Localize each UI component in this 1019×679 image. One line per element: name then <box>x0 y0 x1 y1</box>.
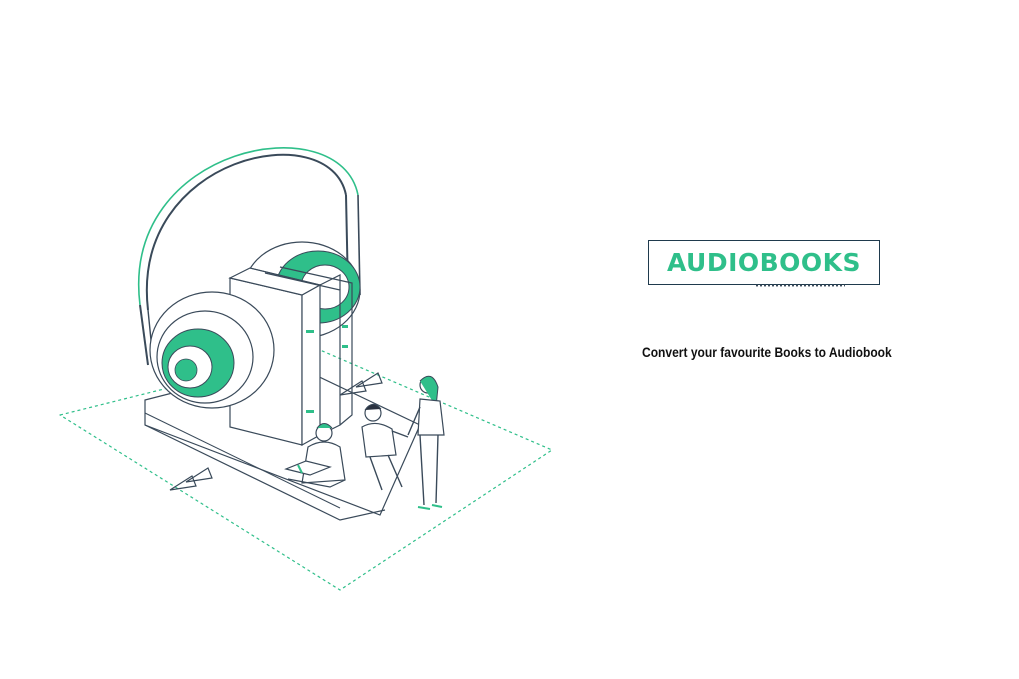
front-ear-cup <box>149 291 275 409</box>
logo-text: AUDIOBOOKS <box>666 248 862 277</box>
logo-box: AUDIOBOOKS <box>648 240 880 285</box>
logo-underline-dots <box>755 284 845 287</box>
standing-woman-figure <box>407 375 445 510</box>
hero-illustration <box>59 147 553 591</box>
double-chevron-left-icon <box>169 467 213 491</box>
double-chevron-right-icon <box>339 372 383 396</box>
tagline: Convert your favourite Books to Audioboo… <box>642 344 892 360</box>
